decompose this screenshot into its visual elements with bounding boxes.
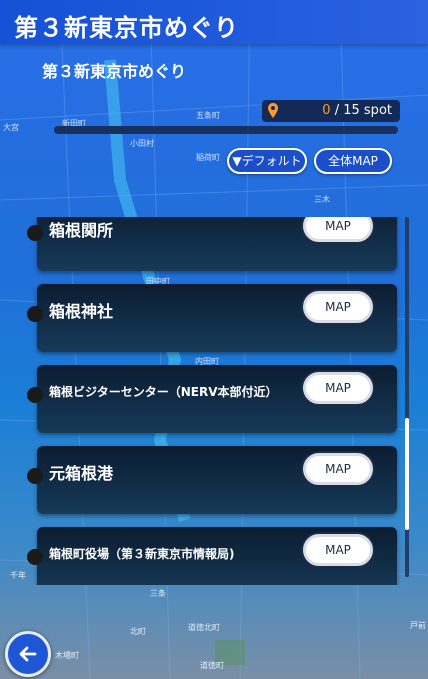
spot-status-dot: [27, 387, 43, 403]
spot-status-dot: [27, 225, 43, 241]
map-pin-icon: [268, 103, 278, 118]
spot-map-button[interactable]: MAP: [303, 217, 373, 242]
spot-card[interactable]: 箱根関所 MAP: [27, 217, 397, 271]
map-label: 戸前: [410, 621, 426, 630]
spot-name: 箱根町役場（第３新東京市情報局): [49, 547, 235, 561]
map-label: 道徳北町: [188, 623, 220, 632]
spot-status-dot: [27, 306, 43, 322]
map-label: 稲荷町: [196, 153, 220, 162]
map-label: 三条: [150, 589, 166, 598]
spot-count-unit: spot: [359, 103, 392, 118]
app-header: 第３新東京市めぐり: [0, 0, 428, 44]
course-subtitle: 第３新東京市めぐり: [42, 62, 187, 81]
spot-count-text: 0 / 15 spot: [322, 103, 392, 118]
spot-counter: 0 / 15 spot: [262, 100, 400, 122]
progress-bar: [54, 126, 398, 134]
spot-card[interactable]: 箱根町役場（第３新東京市情報局) MAP: [27, 527, 397, 585]
back-button[interactable]: [5, 631, 51, 677]
spot-name: 箱根神社: [49, 302, 114, 321]
spot-name: 箱根ビジターセンター（NERV本部付近）: [49, 385, 278, 399]
spot-map-button[interactable]: MAP: [303, 372, 373, 404]
map-label: 大宮: [3, 123, 19, 132]
spot-name: 箱根関所: [49, 221, 114, 240]
spot-card[interactable]: 箱根ビジターセンター（NERV本部付近） MAP: [27, 365, 397, 433]
spot-status-dot: [27, 468, 43, 484]
spot-count-separator: /: [330, 103, 344, 118]
map-label: 北町: [130, 627, 146, 636]
spot-map-button[interactable]: MAP: [303, 453, 373, 485]
scrollbar-thumb[interactable]: [405, 418, 409, 530]
spot-map-button[interactable]: MAP: [303, 291, 373, 323]
back-arrow-icon: [19, 646, 37, 662]
map-label: 小田村: [130, 139, 154, 148]
spot-status-dot: [27, 549, 43, 565]
spot-name: 元箱根港: [49, 464, 114, 483]
map-label: 木場町: [55, 651, 79, 660]
spot-card[interactable]: 元箱根港 MAP: [27, 446, 397, 514]
page-title: 第３新東京市めぐり: [14, 14, 239, 42]
map-label: 道徳町: [200, 661, 224, 670]
sort-default-button[interactable]: ▼デフォルト: [227, 148, 307, 174]
map-label: 三木: [314, 195, 330, 204]
map-label: 五条町: [196, 111, 220, 120]
spot-count-current: 0: [322, 103, 331, 118]
spot-list[interactable]: 箱根関所 MAP 箱根神社 MAP 箱根ビジターセンター（NERV本部付近） M…: [0, 217, 428, 585]
spot-card[interactable]: 箱根神社 MAP: [27, 284, 397, 352]
spot-map-button[interactable]: MAP: [303, 534, 373, 566]
all-map-button[interactable]: 全体MAP: [314, 148, 392, 174]
spot-count-total: 15: [343, 103, 360, 118]
